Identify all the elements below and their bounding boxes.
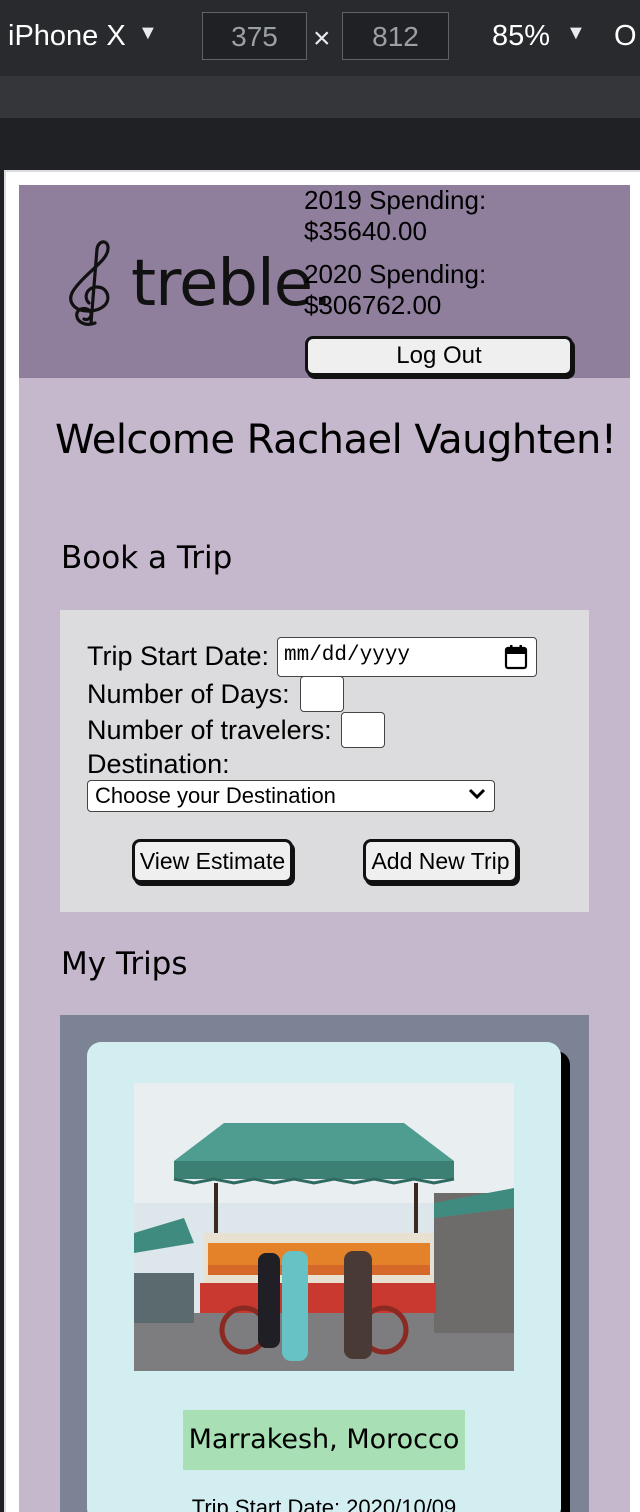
spending-2019: 2019 Spending: $35640.00 — [304, 185, 624, 247]
market-stall-image — [134, 1083, 514, 1371]
app-page: treble. 2019 Spending: $35640.00 2020 Sp… — [19, 185, 630, 1512]
app-header: treble. 2019 Spending: $35640.00 2020 Sp… — [19, 185, 630, 378]
treble-clef-icon — [69, 240, 110, 326]
more-options[interactable]: O — [614, 20, 637, 53]
view-estimate-button[interactable]: View Estimate — [132, 839, 293, 883]
height-field[interactable]: 812 — [342, 12, 449, 60]
destination-select[interactable]: Choose your Destination — [87, 780, 495, 812]
devtools-viewport-gutter — [0, 118, 640, 170]
trip-destination: Marrakesh, Morocco — [183, 1410, 465, 1470]
treble-logo: treble. — [61, 237, 332, 329]
devtools-toolbar: iPhone X ▼ 375 × 812 85% ▼ O — [0, 0, 640, 76]
add-new-trip-button[interactable]: Add New Trip — [363, 839, 518, 883]
trip-photo — [134, 1083, 514, 1371]
spending-2020-label: 2020 Spending: — [304, 259, 487, 289]
book-trip-heading: Book a Trip — [61, 540, 233, 576]
times-icon: × — [313, 22, 331, 55]
width-field[interactable]: 375 — [202, 12, 307, 60]
spending-2019-label: 2019 Spending: — [304, 185, 487, 215]
start-date-label: Trip Start Date: — [87, 641, 270, 671]
start-date-input[interactable]: mm/dd/yyyy — [277, 637, 537, 677]
logo-wordmark: treble. — [131, 247, 332, 321]
trip-start-date: Trip Start Date: 2020/10/09 — [191, 1495, 457, 1512]
trips-list: Marrakesh, Morocco Trip Start Date: 2020… — [60, 1015, 589, 1512]
devtools-secondary-bar — [0, 76, 640, 118]
travelers-label: Number of travelers: — [87, 715, 332, 745]
days-input[interactable] — [300, 676, 344, 712]
start-date-placeholder: mm/dd/yyyy — [284, 644, 411, 667]
spending-2020-value: $306762.00 — [304, 290, 442, 320]
chevron-down-icon[interactable]: ▼ — [138, 22, 158, 45]
my-trips-heading: My Trips — [61, 946, 188, 982]
destination-select-value: Choose your Destination — [95, 783, 336, 808]
spending-2020: 2020 Spending: $306762.00 — [304, 259, 624, 321]
trip-card[interactable]: Marrakesh, Morocco Trip Start Date: 2020… — [87, 1042, 561, 1512]
welcome-heading: Welcome Rachael Vaughten! — [55, 417, 617, 463]
destination-label: Destination: — [87, 749, 230, 779]
travelers-input[interactable] — [341, 712, 385, 748]
chevron-down-icon[interactable]: ▼ — [566, 22, 586, 45]
logout-button[interactable]: Log Out — [305, 336, 573, 376]
chevron-down-icon — [468, 788, 486, 800]
zoom-selector[interactable]: 85% — [492, 20, 550, 53]
spending-2019-value: $35640.00 — [304, 216, 427, 246]
days-label: Number of Days: — [87, 679, 290, 709]
book-trip-form: Trip Start Date: mm/dd/yyyy Number of Da… — [60, 610, 589, 912]
device-selector[interactable]: iPhone X — [8, 20, 126, 53]
calendar-icon[interactable] — [504, 644, 528, 670]
